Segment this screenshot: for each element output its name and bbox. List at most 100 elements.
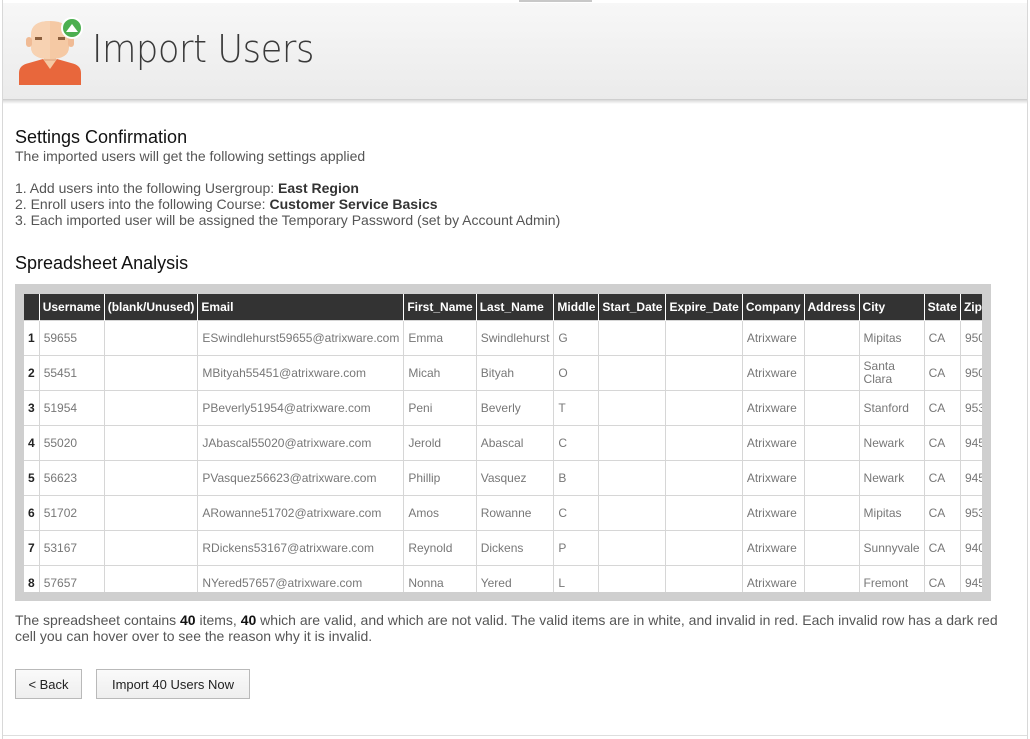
table-cell: Newark <box>858 425 925 461</box>
column-header: Start_Date <box>598 294 667 321</box>
table-cell: 94560 <box>959 460 982 496</box>
table-row: 3 51954 PBeverly51954@atrixware.com Peni Bev… <box>24 390 982 426</box>
table-cell <box>103 495 199 531</box>
table-cell: Peni <box>403 390 477 426</box>
table-cell <box>665 530 743 566</box>
table-cell: CA <box>923 530 961 566</box>
table-cell: CA <box>923 460 961 496</box>
table-cell <box>103 460 199 496</box>
column-header-rownum <box>24 294 40 321</box>
user-avatar-icon <box>19 17 83 85</box>
table-cell: ARowanne51702@atrixware.com <box>197 495 405 531</box>
analysis-heading: Spreadsheet Analysis <box>15 253 189 273</box>
table-body: 1 59655 ESwindlehurst59655@atrixware.com Em… <box>24 320 982 592</box>
table-cell: Amos <box>403 495 477 531</box>
table-cell: PBeverly51954@atrixware.com <box>197 390 405 426</box>
spreadsheet-table-container[interactable]: Username (blank/Unused) Email First_Name Las… <box>15 284 991 601</box>
table-cell: 94560 <box>959 425 982 461</box>
table-cell <box>803 565 860 592</box>
table-cell <box>598 425 667 461</box>
summary-text-1: The spreadsheet contains <box>15 612 180 628</box>
column-header: Company <box>742 294 805 321</box>
table-cell: Abascal <box>475 425 555 461</box>
summary-text-2: items, <box>195 612 241 628</box>
table-cell <box>598 355 667 391</box>
back-button[interactable]: < Back <box>15 669 82 699</box>
table-cell: CA <box>923 565 961 592</box>
column-header: State <box>924 294 961 321</box>
table-cell <box>665 390 743 426</box>
table-cell: B <box>553 460 600 496</box>
column-header: Expire_Date <box>665 294 743 321</box>
table-cell <box>803 390 860 426</box>
table-cell: Emma <box>403 320 477 356</box>
table-cell: Nonna <box>403 565 477 592</box>
table-cell: Dickens <box>475 530 555 566</box>
table-cell: 57657 <box>38 565 105 592</box>
table-cell: MBityah55451@atrixware.com <box>197 355 405 391</box>
table-cell: T <box>553 390 600 426</box>
settings-subtitle: The imported users will get the followin… <box>15 148 366 164</box>
frame-border-left <box>2 0 3 739</box>
table-cell: Santa Clara <box>858 355 925 391</box>
table-cell: Mipitas <box>858 495 925 531</box>
table-cell: Jerold <box>403 425 477 461</box>
table-cell <box>103 530 199 566</box>
import-users-button[interactable]: Import 40 Users Now <box>96 669 250 699</box>
table-cell: JAbascal55020@atrixware.com <box>197 425 405 461</box>
table-cell <box>803 425 860 461</box>
column-header: Address <box>804 294 860 321</box>
table-cell: CA <box>923 495 961 531</box>
table-cell: Atrixware <box>741 495 805 531</box>
settings-heading: Settings Confirmation <box>15 127 188 147</box>
table-cell <box>803 355 860 391</box>
table-cell: Micah <box>403 355 477 391</box>
table-cell: Phillip <box>403 460 477 496</box>
table-cell <box>665 565 743 592</box>
table-cell <box>598 530 667 566</box>
summary-valid-count: 40 <box>240 612 257 628</box>
row-number: 4 <box>24 425 40 461</box>
spreadsheet-table-viewport[interactable]: Username (blank/Unused) Email First_Name Las… <box>24 294 982 592</box>
header-shadow <box>3 100 1027 104</box>
table-cell <box>665 355 743 391</box>
table-cell <box>598 565 667 592</box>
table-cell: 51954 <box>38 390 105 426</box>
table-cell <box>665 495 743 531</box>
table-cell: CA <box>923 390 961 426</box>
table-cell: Newark <box>858 460 925 496</box>
table-cell <box>665 425 743 461</box>
table-cell: Yered <box>475 565 555 592</box>
table-cell: 94087 <box>959 530 982 566</box>
table-cell: C <box>553 425 600 461</box>
table-cell: L <box>553 565 600 592</box>
table-cell: Stanford <box>858 390 925 426</box>
table-header-row: Username (blank/Unused) Email First_Name Las… <box>24 294 982 321</box>
table-cell: G <box>553 320 600 356</box>
table-cell: 95035 <box>959 320 982 356</box>
table-cell: Atrixware <box>741 425 805 461</box>
table-cell <box>598 320 667 356</box>
table-cell: PVasquez56623@atrixware.com <box>197 460 405 496</box>
table-cell: Sunnyvale <box>858 530 925 566</box>
row-number: 8 <box>24 565 40 592</box>
table-cell: Reynold <box>403 530 477 566</box>
table-cell: Atrixware <box>741 390 805 426</box>
table-cell <box>103 390 199 426</box>
row-number: 5 <box>24 460 40 496</box>
table-row: 8 57657 NYered57657@atrixware.com Nonna Yere… <box>24 565 982 592</box>
settings-item-usergroup: 1. Add users into the following Usergrou… <box>15 180 359 196</box>
table-cell <box>803 320 860 356</box>
column-header: Zip <box>960 294 982 321</box>
footer-divider <box>3 735 1027 736</box>
settings-item-password: 3. Each imported user will be assigned t… <box>15 212 561 228</box>
table-cell: 94555 <box>959 565 982 592</box>
table-cell: CA <box>923 425 961 461</box>
table-cell <box>598 460 667 496</box>
row-number: 6 <box>24 495 40 531</box>
table-cell: NYered57657@atrixware.com <box>197 565 405 592</box>
column-header: Email <box>197 294 405 321</box>
column-header: Username <box>39 294 105 321</box>
table-cell <box>803 530 860 566</box>
frame-border-right <box>1027 0 1028 739</box>
